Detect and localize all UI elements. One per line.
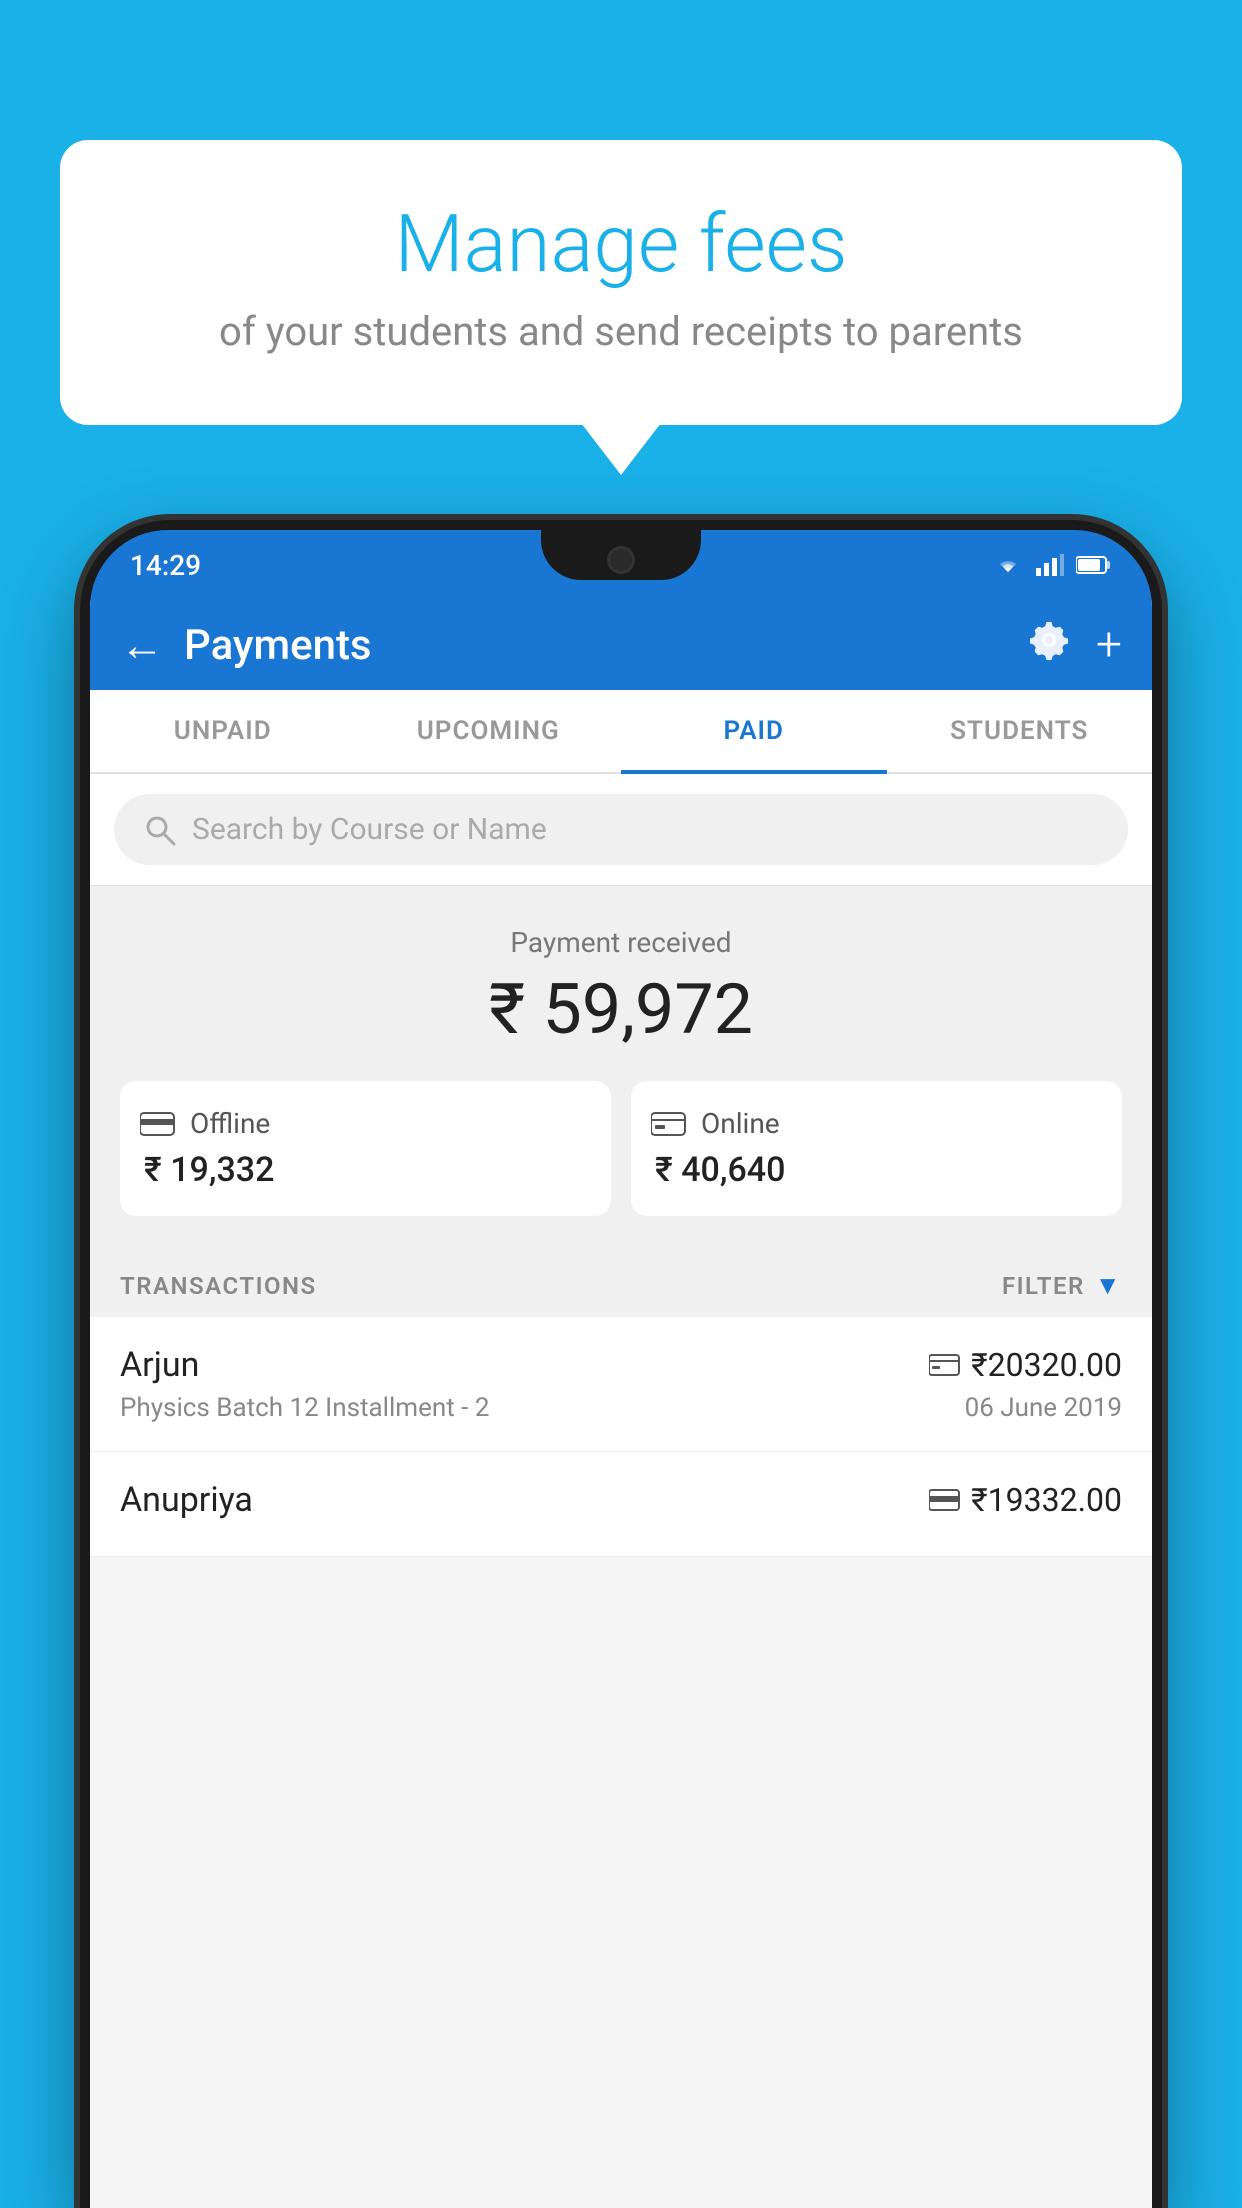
online-card: Online ₹ 40,640 xyxy=(631,1081,1122,1216)
offline-card: Offline ₹ 19,332 xyxy=(120,1081,611,1216)
transactions-label: TRANSACTIONS xyxy=(120,1272,317,1300)
transactions-header: TRANSACTIONS FILTER ▼ xyxy=(90,1246,1152,1317)
bubble-title: Manage fees xyxy=(110,200,1132,288)
online-amount: ₹ 40,640 xyxy=(655,1150,1102,1190)
offline-amount: ₹ 19,332 xyxy=(144,1150,591,1190)
phone-camera xyxy=(607,546,635,574)
table-row[interactable]: Anupriya ₹19332.00 xyxy=(90,1452,1152,1557)
transaction-date: 06 June 2019 xyxy=(965,1393,1122,1423)
add-button[interactable]: + xyxy=(1096,618,1122,672)
offline-label: Offline xyxy=(190,1107,270,1140)
offline-payment-icon xyxy=(140,1111,176,1137)
status-icons xyxy=(992,554,1112,576)
transaction-amount: ₹20320.00 xyxy=(971,1346,1122,1384)
search-container: Search by Course or Name xyxy=(90,774,1152,886)
tab-paid[interactable]: PAID xyxy=(621,690,887,772)
tabs-bar: UNPAID UPCOMING PAID STUDENTS xyxy=(90,690,1152,774)
search-placeholder: Search by Course or Name xyxy=(192,812,547,847)
tab-upcoming[interactable]: UPCOMING xyxy=(356,690,622,772)
page-title: Payments xyxy=(184,621,1008,670)
bubble-subtitle: of your students and send receipts to pa… xyxy=(110,308,1132,355)
payment-amount: ₹ 59,972 xyxy=(120,969,1122,1051)
online-label: Online xyxy=(701,1107,780,1140)
tab-unpaid[interactable]: UNPAID xyxy=(90,690,356,772)
filter-button[interactable]: FILTER ▼ xyxy=(1002,1270,1122,1301)
back-button[interactable]: ← xyxy=(120,619,164,671)
top-bar: ← Payments + xyxy=(90,600,1152,690)
settings-button[interactable] xyxy=(1028,619,1070,671)
speech-bubble: Manage fees of your students and send re… xyxy=(60,140,1182,425)
transaction-row-bottom: Physics Batch 12 Installment - 2 06 June… xyxy=(120,1393,1122,1423)
payment-type-icon xyxy=(929,1354,961,1376)
payment-cards: Offline ₹ 19,332 Online xyxy=(120,1081,1122,1216)
payment-type-icon xyxy=(929,1489,961,1511)
payment-received-label: Payment received xyxy=(120,926,1122,959)
online-payment-icon xyxy=(651,1111,687,1137)
battery-icon xyxy=(1076,555,1112,575)
wifi-icon xyxy=(992,554,1024,576)
phone-notch xyxy=(541,530,701,580)
transaction-row-top: Arjun ₹20320.00 xyxy=(120,1345,1122,1385)
transaction-amount-row: ₹20320.00 xyxy=(929,1346,1122,1384)
app-content: ← Payments + UNPAID UPCOMING PAID xyxy=(90,600,1152,2208)
search-bar[interactable]: Search by Course or Name xyxy=(114,794,1128,865)
online-card-header: Online xyxy=(651,1107,1102,1140)
filter-label: FILTER xyxy=(1002,1272,1085,1300)
transaction-name: Arjun xyxy=(120,1345,199,1385)
phone-screen: 14:29 xyxy=(90,530,1152,2208)
search-icon xyxy=(144,814,176,846)
top-bar-actions: + xyxy=(1028,618,1122,672)
phone-frame: 14:29 xyxy=(80,520,1162,2208)
transaction-row-top: Anupriya ₹19332.00 xyxy=(120,1480,1122,1520)
offline-card-header: Offline xyxy=(140,1107,591,1140)
table-row[interactable]: Arjun ₹20320.00 Physics Batch 12 Install… xyxy=(90,1317,1152,1452)
filter-icon: ▼ xyxy=(1095,1270,1122,1301)
payment-received-section: Payment received ₹ 59,972 Offline ₹ 19,3… xyxy=(90,886,1152,1246)
transaction-name: Anupriya xyxy=(120,1480,253,1520)
gear-icon xyxy=(1028,619,1070,661)
transaction-amount-row: ₹19332.00 xyxy=(929,1481,1122,1519)
transaction-amount: ₹19332.00 xyxy=(971,1481,1122,1519)
signal-icon xyxy=(1036,554,1064,576)
tab-students[interactable]: STUDENTS xyxy=(887,690,1153,772)
transaction-course: Physics Batch 12 Installment - 2 xyxy=(120,1393,489,1423)
status-time: 14:29 xyxy=(130,549,201,582)
